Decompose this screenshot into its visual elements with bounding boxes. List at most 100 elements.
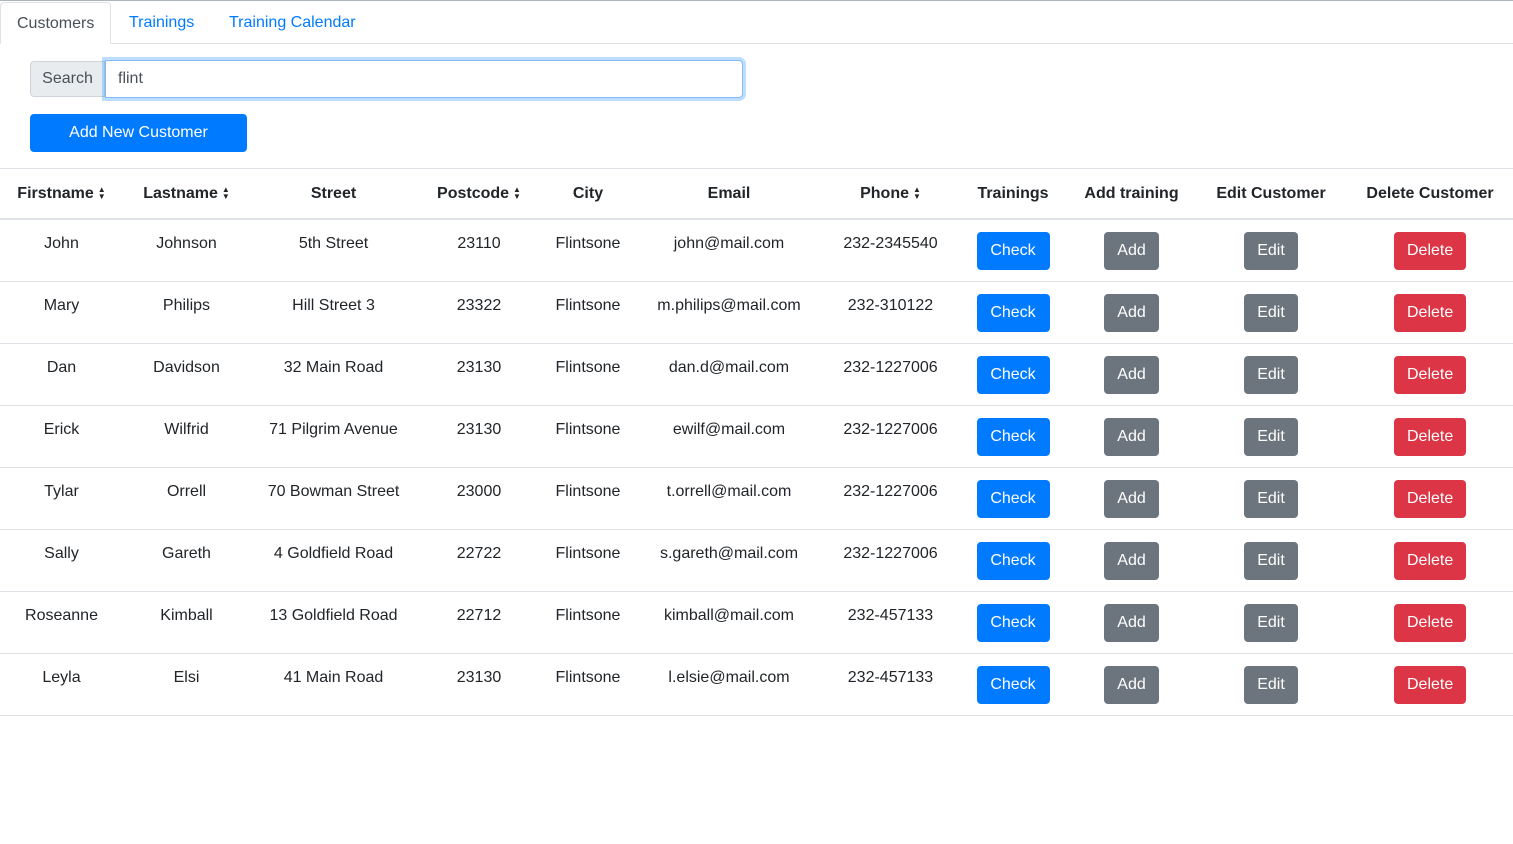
- check-trainings-button[interactable]: Check: [976, 665, 1050, 704]
- cell-lastname: Johnson: [123, 219, 250, 282]
- column-header-phone[interactable]: Phone ▲ ▼: [823, 168, 958, 220]
- tab-training-calendar[interactable]: Training Calendar: [213, 2, 372, 43]
- edit-customer-button[interactable]: Edit: [1244, 479, 1298, 518]
- delete-customer-button[interactable]: Delete: [1394, 293, 1466, 332]
- delete-customer-button[interactable]: Delete: [1394, 232, 1466, 270]
- add-training-button[interactable]: Add: [1104, 665, 1159, 704]
- action-cell: Check: [958, 219, 1068, 282]
- column-header-lastname[interactable]: Lastname ▲ ▼: [123, 168, 250, 220]
- delete-customer-button[interactable]: Delete: [1394, 603, 1466, 642]
- cell-city: Flintsone: [541, 529, 635, 592]
- add-training-button[interactable]: Add: [1104, 293, 1159, 332]
- cell-phone: 232-2345540: [823, 219, 958, 282]
- edit-customer-button[interactable]: Edit: [1244, 417, 1298, 456]
- action-cell: Check: [958, 529, 1068, 592]
- cell-lastname: Davidson: [123, 343, 250, 406]
- table-row: Dan Davidson 32 Main Road 23130 Flintsone dan…: [0, 343, 1513, 406]
- action-cell: Check: [958, 343, 1068, 406]
- add-training-button[interactable]: Add: [1104, 479, 1159, 518]
- cell-postcode: 23130: [417, 343, 541, 406]
- check-trainings-button[interactable]: Check: [976, 479, 1050, 518]
- action-cell: Edit: [1195, 467, 1347, 530]
- cell-firstname: John: [0, 219, 123, 282]
- column-header-label: Trainings: [977, 184, 1049, 202]
- sort-icon[interactable]: ▲ ▼: [222, 186, 230, 201]
- column-header-trainings: Trainings: [958, 168, 1068, 220]
- column-header-postcode[interactable]: Postcode ▲ ▼: [417, 168, 541, 220]
- check-trainings-button[interactable]: Check: [976, 355, 1050, 394]
- edit-customer-button[interactable]: Edit: [1244, 232, 1298, 270]
- cell-firstname: Roseanne: [0, 591, 123, 654]
- add-new-customer-button[interactable]: Add New Customer: [30, 114, 247, 152]
- column-header-label: Lastname: [143, 184, 218, 202]
- cell-phone: 232-1227006: [823, 343, 958, 406]
- cell-street: 13 Goldfield Road: [250, 591, 417, 654]
- cell-postcode: 23110: [417, 219, 541, 282]
- cell-street: 71 Pilgrim Avenue: [250, 405, 417, 468]
- tab-trainings[interactable]: Trainings: [113, 2, 210, 43]
- sort-icon[interactable]: ▲ ▼: [513, 186, 521, 201]
- table-body: John Johnson 5th Street 23110 Flintsone john@…: [0, 219, 1513, 716]
- cell-street: 4 Goldfield Road: [250, 529, 417, 592]
- sort-icon[interactable]: ▲ ▼: [98, 186, 106, 201]
- table-row: Erick Wilfrid 71 Pilgrim Avenue 23130 Flints…: [0, 405, 1513, 468]
- cell-email: m.philips@mail.com: [635, 281, 823, 344]
- delete-customer-button[interactable]: Delete: [1394, 479, 1466, 518]
- action-cell: Delete: [1347, 529, 1513, 592]
- edit-customer-button[interactable]: Edit: [1244, 355, 1298, 394]
- column-header-email: Email: [635, 168, 823, 220]
- action-cell: Add: [1068, 343, 1195, 406]
- add-training-button[interactable]: Add: [1104, 603, 1159, 642]
- edit-customer-button[interactable]: Edit: [1244, 293, 1298, 332]
- delete-customer-button[interactable]: Delete: [1394, 417, 1466, 456]
- sort-icon[interactable]: ▲ ▼: [913, 186, 921, 201]
- search-input[interactable]: [105, 60, 743, 98]
- edit-customer-button[interactable]: Edit: [1244, 541, 1298, 580]
- table-row: John Johnson 5th Street 23110 Flintsone john@…: [0, 219, 1513, 282]
- check-trainings-button[interactable]: Check: [976, 603, 1050, 642]
- cell-street: 32 Main Road: [250, 343, 417, 406]
- check-trainings-button[interactable]: Check: [976, 293, 1050, 332]
- column-header-firstname[interactable]: Firstname ▲ ▼: [0, 168, 123, 220]
- edit-customer-button[interactable]: Edit: [1244, 603, 1298, 642]
- delete-customer-button[interactable]: Delete: [1394, 541, 1466, 580]
- cell-email: kimball@mail.com: [635, 591, 823, 654]
- check-trainings-button[interactable]: Check: [976, 232, 1050, 270]
- cell-phone: 232-1227006: [823, 405, 958, 468]
- column-header-street: Street: [250, 168, 417, 220]
- delete-customer-button[interactable]: Delete: [1394, 355, 1466, 394]
- cell-postcode: 23000: [417, 467, 541, 530]
- action-cell: Delete: [1347, 405, 1513, 468]
- cell-phone: 232-1227006: [823, 467, 958, 530]
- cell-lastname: Wilfrid: [123, 405, 250, 468]
- action-cell: Delete: [1347, 653, 1513, 716]
- cell-lastname: Kimball: [123, 591, 250, 654]
- column-header-edit-customer: Edit Customer: [1195, 168, 1347, 220]
- cell-firstname: Sally: [0, 529, 123, 592]
- cell-email: ewilf@mail.com: [635, 405, 823, 468]
- action-cell: Add: [1068, 467, 1195, 530]
- cell-street: 70 Bowman Street: [250, 467, 417, 530]
- table-row: Leyla Elsi 41 Main Road 23130 Flintsone l.els…: [0, 653, 1513, 716]
- cell-postcode: 22712: [417, 591, 541, 654]
- cell-phone: 232-1227006: [823, 529, 958, 592]
- add-training-button[interactable]: Add: [1104, 355, 1159, 394]
- edit-customer-button[interactable]: Edit: [1244, 665, 1298, 704]
- add-training-button[interactable]: Add: [1104, 232, 1159, 270]
- delete-customer-button[interactable]: Delete: [1394, 665, 1466, 704]
- cell-firstname: Erick: [0, 405, 123, 468]
- table-row: Tylar Orrell 70 Bowman Street 23000 Flintson…: [0, 467, 1513, 530]
- action-cell: Delete: [1347, 467, 1513, 530]
- cell-email: t.orrell@mail.com: [635, 467, 823, 530]
- cell-firstname: Leyla: [0, 653, 123, 716]
- check-trainings-button[interactable]: Check: [976, 417, 1050, 456]
- check-trainings-button[interactable]: Check: [976, 541, 1050, 580]
- tab-customers[interactable]: Customers: [0, 2, 112, 44]
- add-training-button[interactable]: Add: [1104, 417, 1159, 456]
- add-training-button[interactable]: Add: [1104, 541, 1159, 580]
- cell-email: dan.d@mail.com: [635, 343, 823, 406]
- cell-city: Flintsone: [541, 343, 635, 406]
- action-cell: Check: [958, 653, 1068, 716]
- cell-phone: 232-457133: [823, 653, 958, 716]
- table-row: Mary Philips Hill Street 3 23322 Flintsone m.…: [0, 281, 1513, 344]
